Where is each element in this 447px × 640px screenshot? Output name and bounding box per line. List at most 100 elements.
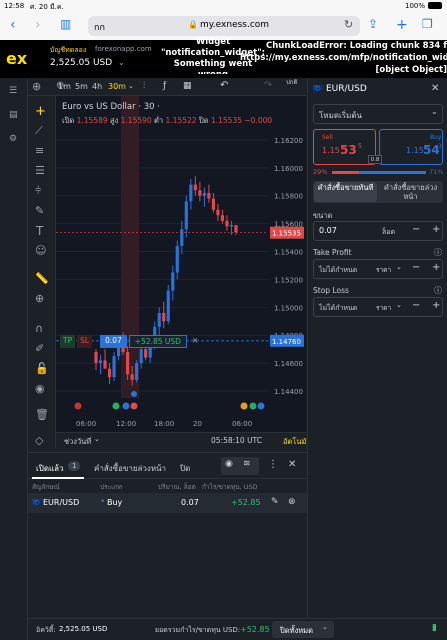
fib-icon[interactable]: ☰ [35,164,45,177]
crosshair-icon[interactable]: + [35,104,46,119]
info-icon[interactable]: ⓘ [434,285,442,296]
x-tick-label: 06:00 [232,420,252,428]
app-sidebar: ☰ ▤ ⚙ [0,78,28,640]
tp-decrease-icon[interactable]: − [412,262,420,273]
date-range-button[interactable]: ช่วงวันที่ [64,436,91,448]
edit-icon[interactable]: ✎ [271,497,279,507]
more-icon[interactable]: ⋮ [268,459,278,470]
tp-increase-icon[interactable]: + [432,262,440,273]
trash-icon[interactable]: 🗑 [35,408,49,421]
x-tick-label: 06:00 [76,420,96,428]
col-pnl: กำไร/ขาดทุน, USD [202,483,258,491]
calendar-icon[interactable]: ▤ [9,110,18,120]
tabs-icon[interactable]: ❐ [422,17,433,31]
brush-icon[interactable]: ✎ [35,204,44,217]
candle-type-icon[interactable]: ⫶ [143,81,145,91]
share-icon[interactable]: ⇪ [368,17,378,31]
tab-market[interactable]: คำสั่งซื้อขายทันที [314,182,377,202]
candle-body [207,192,211,199]
close-icon[interactable]: ✕ [431,83,439,94]
timeframe-1m[interactable]: 1m [58,82,71,91]
info-icon[interactable]: ⓘ [434,247,442,258]
tab-open[interactable]: เปิดแล้ว [36,462,64,475]
sl-button[interactable]: SL [77,334,93,348]
exness-logo[interactable]: ex [6,49,27,68]
layers-icon[interactable]: ≋ [243,459,251,469]
tp-button[interactable]: TP [60,334,76,348]
address-bar[interactable]: กก 🔒 my.exness.com ↻ [88,16,360,36]
pattern-icon[interactable]: ⫩ [35,184,41,198]
row-symbol: EUR/USD [43,498,80,507]
text-icon[interactable]: T [36,224,43,238]
decrease-volume-icon[interactable]: − [412,224,420,235]
tab-closed[interactable]: ปิด [180,462,190,475]
server-name: forexonapp.com [95,45,152,53]
candle-body [135,363,139,380]
position-tag[interactable]: TP SL 0.07 +52.85 USD ✕ [60,334,201,348]
redo-icon[interactable]: ↷ [264,80,272,91]
undo-icon[interactable]: ↶ [220,80,228,91]
close-position-icon[interactable]: ✕ [189,335,201,348]
lock-drawing-icon[interactable]: ✐ [35,342,44,355]
chevron-down-icon[interactable]: ⌄ [118,58,125,67]
candle-body [107,368,112,378]
order-panel: 🇪🇺 EUR/USD ✕ โหมดเริ่มต้น ⌄ Sell 1.15 53… [307,78,447,618]
forward-icon[interactable]: › [35,17,41,33]
settings-icon[interactable]: ⚙ [9,134,17,144]
y-tick-label: 1.16000 [274,165,303,173]
sl-decrease-icon[interactable]: − [412,300,420,311]
close-icon[interactable]: ✕ [288,459,296,470]
y-tick-label: 1.15000 [274,304,303,312]
add-icon[interactable]: ⊕ [32,80,41,93]
increase-volume-icon[interactable]: + [432,224,440,235]
collapse-icon[interactable]: ◇ [35,434,43,447]
channel-icon[interactable]: ≡ [35,144,44,157]
tab-pending[interactable]: คำสั่งซื้อขายล่วงหน้า [379,182,442,202]
chevron-down-icon[interactable]: ⌄ [94,435,100,443]
sl-increase-icon[interactable]: + [432,300,440,311]
magnet-icon[interactable]: ∩ [35,322,43,335]
layout-icon[interactable]: ▦ [183,81,192,91]
lock-icon[interactable]: 🔓 [35,362,49,375]
eye-icon[interactable]: ◉ [225,459,233,469]
eye-icon[interactable]: ◉ [35,382,45,395]
event-flag-icon [240,402,248,410]
timeframe-30m[interactable]: 30m [108,82,126,91]
sell-button[interactable]: Sell 1.15 53 5 [313,129,376,165]
chevron-down-icon[interactable]: ⌄ [128,82,134,90]
position-price-label: 1.14760 [272,338,301,346]
new-tab-icon[interactable]: + [396,17,408,33]
zoom-icon[interactable]: ⊕ [35,292,44,305]
emoji-icon[interactable]: ☺ [35,244,46,257]
trendline-icon[interactable]: ⟋ [35,124,43,138]
timeframe-bar: ⊕ 1m 5m 4h 30m ⌄ ⫶ ƒ ▦ ↶ ↷ ปกติ [28,78,306,96]
timeframe-5m[interactable]: 5m [75,82,88,91]
volume-input[interactable]: 0.07 ล็อต − + [313,221,443,241]
candle-body [220,215,225,221]
back-icon[interactable]: ‹ [10,17,16,33]
tab-pending-orders[interactable]: คำสั่งซื้อขายล่วงหน้า [94,462,166,475]
candle-body [193,184,197,191]
reload-icon[interactable]: ↻ [344,18,353,31]
close-all-button[interactable]: ปิดทั้งหมด ⌄ [272,621,334,638]
account-balance[interactable]: 2,525.05 USD [50,58,112,68]
row-volume: 0.07 [181,498,199,507]
table-row[interactable]: 🇪🇺 EUR/USD • Buy 0.07 +52.85 ✎ ⊗ [28,493,307,513]
price-chart[interactable]: 1.16200 1.16000 1.15800 1.15600 1.15400 1.152… [56,96,306,448]
chart-mode[interactable]: ปกติ [286,79,306,86]
sl-input[interactable]: ไม่ได้กำหนด ราคา ⌄ − + [313,297,443,317]
ruler-icon[interactable]: 📏 [35,272,49,285]
tp-input[interactable]: ไม่ได้กำหนด ราคา ⌄ − + [313,259,443,279]
timeframe-4h[interactable]: 4h [92,82,102,91]
candle-body [162,312,166,322]
close-position-icon[interactable]: ⊗ [288,497,296,507]
order-mode-select[interactable]: โหมดเริ่มต้น ⌄ [313,104,443,124]
equity-value: 2,525.05 USD [59,625,108,633]
position-pnl: +52.85 USD [128,334,187,348]
signal-icon: ▮ [432,623,437,633]
menu-icon[interactable]: ☰ [9,86,17,96]
indicators-icon[interactable]: ƒ [163,81,166,91]
bookmarks-icon[interactable]: ▥ [60,17,71,31]
buy-button[interactable]: Buy 1.15 54 3 [379,129,443,165]
row-pnl: +52.85 [231,498,261,507]
